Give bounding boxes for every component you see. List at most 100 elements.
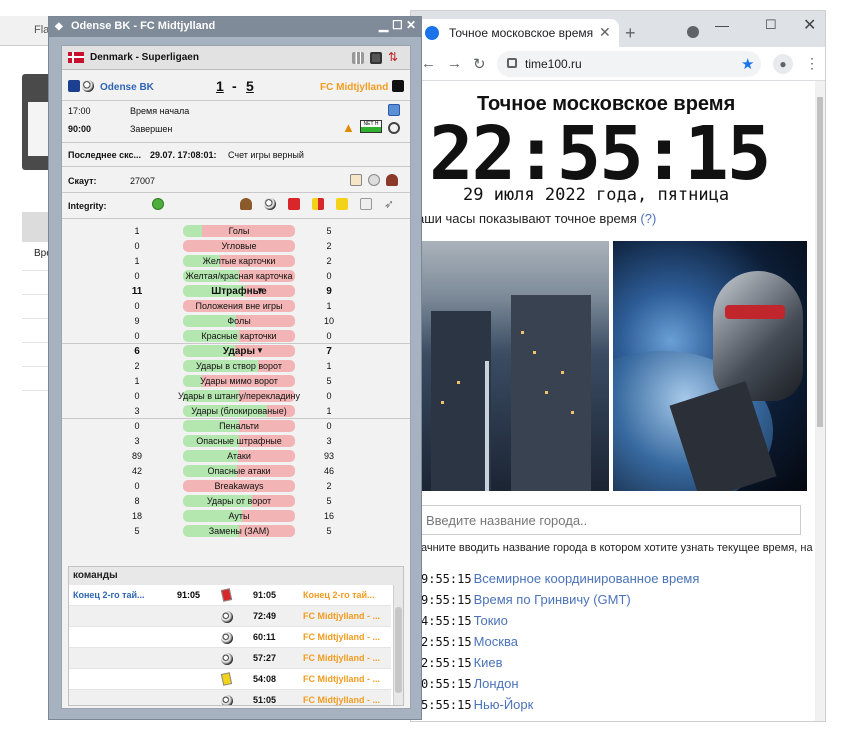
event-row[interactable]: 57:27 FC Midtjylland - ...	[69, 648, 391, 669]
yellow-red-card-icon[interactable]	[312, 198, 324, 210]
url-text: time100.ru	[525, 57, 582, 71]
event-row[interactable]: 60:11 FC Midtjylland - ...	[69, 627, 391, 648]
window-light	[571, 411, 574, 414]
expand-triangle-icon[interactable]: ▼	[256, 346, 264, 355]
expand-triangle-icon[interactable]: ▼	[256, 286, 264, 295]
warning-icon[interactable]: ▲	[342, 121, 355, 134]
minimize-icon[interactable]: —	[715, 17, 729, 33]
stat-label[interactable]: Штрафные	[164, 286, 314, 297]
minimize-icon[interactable]: ▁	[379, 18, 388, 32]
timezone-link[interactable]: Токио	[474, 613, 508, 628]
profile-icon[interactable]: ●	[773, 54, 793, 74]
timezone-link[interactable]: Москва	[474, 634, 518, 649]
home-team[interactable]: Odense BK	[100, 82, 154, 93]
address-bar[interactable]: time100.ru ★	[497, 51, 761, 77]
event-row[interactable]: 51:05 FC Midtjylland - ...	[69, 690, 391, 705]
event-time: 57:27	[253, 653, 277, 663]
event-row[interactable]: 54:08 FC Midtjylland - ...	[69, 669, 391, 690]
user-icon[interactable]	[386, 174, 398, 186]
maximize-icon[interactable]: ☐	[392, 18, 403, 32]
home-stat-value: 1	[134, 376, 140, 386]
away-team[interactable]: FC Midtjylland	[320, 82, 388, 93]
events-scroll-thumb[interactable]	[395, 607, 402, 693]
timezone-link[interactable]: Лондон	[474, 676, 519, 691]
page-scroll-thumb[interactable]	[817, 97, 823, 427]
swap-icon[interactable]: ⇅	[388, 51, 400, 63]
ball-icon	[221, 611, 233, 623]
events-header: команды	[69, 567, 403, 585]
away-stat-value: 2	[326, 241, 332, 251]
timezone-link[interactable]: Киев	[474, 655, 503, 670]
monitor-icon[interactable]	[388, 104, 400, 116]
yellow-card-icon[interactable]	[336, 198, 348, 210]
stat-label: Замены (ЗАМ)	[208, 526, 270, 536]
denmark-flag-icon	[68, 52, 84, 63]
back-icon[interactable]: ←	[421, 55, 436, 72]
ball-icon	[221, 695, 233, 705]
lock-icon[interactable]	[507, 58, 517, 68]
forward-icon[interactable]: →	[447, 55, 462, 72]
away-stat-value: 93	[323, 451, 334, 461]
event-row[interactable]: Конец 2-го тай... 91:05 91:05 Конец 2-го та…	[69, 585, 391, 606]
reload-icon[interactable]: ↻	[473, 55, 486, 73]
event-time: 91:05	[253, 590, 277, 600]
timezone-link[interactable]: Нью-Йорк	[474, 697, 534, 712]
attach-icon[interactable]	[368, 174, 380, 186]
browser-tab[interactable]: Точное московское время ✕	[413, 19, 619, 47]
stat-row: 42 Опасные атаки 46	[62, 464, 410, 479]
zoom-icon[interactable]	[388, 122, 400, 134]
player-icon[interactable]	[240, 198, 252, 210]
city-night-image[interactable]	[421, 241, 609, 491]
bookmark-star-icon[interactable]: ★	[741, 55, 754, 73]
timezone-link[interactable]: Всемирное координированное время	[474, 571, 700, 586]
corner-flag-icon[interactable]	[360, 198, 372, 210]
building-shape	[431, 311, 491, 491]
event-team: FC Midtjylland - ...	[303, 632, 380, 642]
timezone-link[interactable]: Время по Гринвичу (GMT)	[474, 592, 631, 607]
close-window-icon[interactable]: ✕	[803, 15, 816, 35]
event-row[interactable]: 72:49 FC Midtjylland - ...	[69, 606, 391, 627]
home-stat-value: 5	[134, 526, 140, 536]
menu-dots-icon[interactable]: ⋮	[805, 55, 819, 72]
separator	[62, 166, 410, 167]
stat-row: 0 Угловые 2	[62, 239, 410, 254]
maximize-icon[interactable]: ☐	[765, 17, 777, 33]
app-logo-icon: ◆	[55, 21, 63, 32]
match-panel: Denmark - Superligaen ⇅ Odense BK 1 - 5 …	[61, 45, 411, 709]
edit-icon[interactable]	[350, 174, 362, 186]
window-light	[545, 391, 548, 394]
help-link[interactable]: (?)	[640, 211, 656, 226]
stats-icon[interactable]	[352, 52, 364, 64]
stat-label: Breakaways	[214, 481, 264, 491]
stat-label: Пенальти	[219, 421, 259, 431]
save-icon[interactable]	[370, 52, 382, 64]
match-window-titlebar[interactable]: ◆ Odense BK - FC Midtjylland ▁ ☐ ✕	[49, 17, 421, 37]
tab-search-icon[interactable]	[687, 26, 699, 38]
network-level-bar	[361, 127, 381, 132]
stat-row: 9 Фолы 10	[62, 314, 410, 329]
city-search-input[interactable]: Введите название города..	[421, 505, 801, 535]
offside-icon[interactable]: ➶	[384, 198, 396, 210]
close-icon[interactable]: ✕	[406, 18, 416, 32]
stat-label[interactable]: Удары	[164, 346, 314, 357]
goal-ball-icon[interactable]	[264, 198, 276, 210]
new-tab-icon[interactable]: +	[625, 23, 636, 44]
away-stat-value: 16	[323, 511, 334, 521]
away-stat-value: 0	[326, 391, 332, 401]
event-time: 60:11	[253, 632, 276, 642]
stat-label: Опасные атаки	[207, 466, 271, 476]
stat-row: 11 Штрафные 9 ▼	[62, 284, 410, 299]
space-soldier-image[interactable]	[613, 241, 807, 491]
event-time: 51:05	[253, 695, 277, 705]
home-stat-value: 18	[131, 511, 142, 521]
stat-label: Удары от ворот	[206, 496, 272, 506]
stat-label: Желтая/красная карточка	[185, 271, 293, 281]
last-change-label: Последнее скс...	[68, 150, 142, 160]
tab-title: Точное московское время	[449, 26, 594, 40]
stat-row: 1 Удары мимо ворот 5	[62, 374, 410, 389]
red-card-icon[interactable]	[288, 198, 300, 210]
accuracy-note: аши часы показывают точное время (?)	[417, 211, 656, 226]
tower-shape	[485, 361, 489, 491]
close-tab-icon[interactable]: ✕	[599, 24, 611, 41]
accuracy-note-text: аши часы показывают точное время	[417, 211, 637, 226]
